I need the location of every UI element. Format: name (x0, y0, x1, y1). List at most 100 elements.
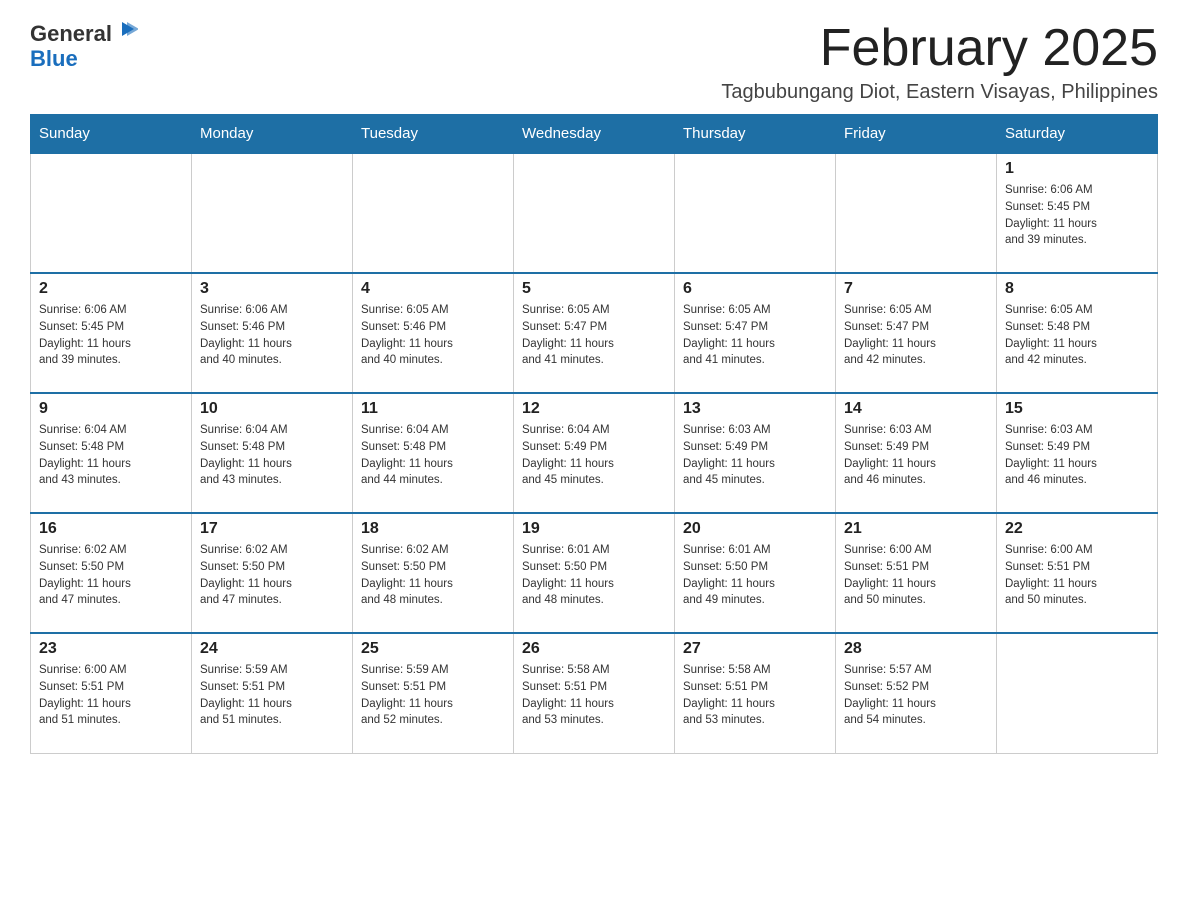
calendar-cell: 24 Sunrise: 5:59 AM Sunset: 5:51 PM Dayli… (192, 633, 353, 753)
calendar-cell: 15 Sunrise: 6:03 AM Sunset: 5:49 PM Dayli… (997, 393, 1158, 513)
calendar-cell (836, 153, 997, 273)
calendar-cell: 21 Sunrise: 6:00 AM Sunset: 5:51 PM Dayli… (836, 513, 997, 633)
day-info: Sunrise: 5:59 AM Sunset: 5:51 PM Dayligh… (200, 662, 344, 729)
day-number: 21 (844, 520, 988, 538)
day-number: 26 (522, 640, 666, 658)
day-number: 18 (361, 520, 505, 538)
calendar-cell: 27 Sunrise: 5:58 AM Sunset: 5:51 PM Dayli… (675, 633, 836, 753)
calendar-header: SundayMondayTuesdayWednesdayThursdayFrid… (31, 115, 1158, 154)
day-number: 17 (200, 520, 344, 538)
day-number: 3 (200, 280, 344, 298)
day-number: 11 (361, 400, 505, 418)
day-info: Sunrise: 6:01 AM Sunset: 5:50 PM Dayligh… (522, 542, 666, 609)
logo-general-text: General (30, 22, 112, 46)
day-info: Sunrise: 6:00 AM Sunset: 5:51 PM Dayligh… (844, 542, 988, 609)
calendar-cell: 20 Sunrise: 6:01 AM Sunset: 5:50 PM Dayli… (675, 513, 836, 633)
day-number: 2 (39, 280, 183, 298)
day-number: 25 (361, 640, 505, 658)
day-info: Sunrise: 6:05 AM Sunset: 5:47 PM Dayligh… (683, 302, 827, 369)
calendar-table: SundayMondayTuesdayWednesdayThursdayFrid… (30, 114, 1158, 754)
day-info: Sunrise: 6:03 AM Sunset: 5:49 PM Dayligh… (1005, 422, 1149, 489)
day-number: 22 (1005, 520, 1149, 538)
location-subtitle: Tagbubungang Diot, Eastern Visayas, Phil… (721, 81, 1158, 104)
day-number: 5 (522, 280, 666, 298)
day-of-week-header: Friday (836, 115, 997, 154)
day-number: 14 (844, 400, 988, 418)
calendar-cell: 4 Sunrise: 6:05 AM Sunset: 5:46 PM Daylig… (353, 273, 514, 393)
calendar-cell: 12 Sunrise: 6:04 AM Sunset: 5:49 PM Dayli… (514, 393, 675, 513)
calendar-cell: 1 Sunrise: 6:06 AM Sunset: 5:45 PM Daylig… (997, 153, 1158, 273)
day-info: Sunrise: 6:03 AM Sunset: 5:49 PM Dayligh… (683, 422, 827, 489)
calendar-cell: 8Sunrise: 6:05 AM Sunset: 5:48 PM Daylig… (997, 273, 1158, 393)
logo-triangle-icon (116, 18, 138, 40)
day-number: 28 (844, 640, 988, 658)
day-number: 6 (683, 280, 827, 298)
calendar-cell: 16 Sunrise: 6:02 AM Sunset: 5:50 PM Dayli… (31, 513, 192, 633)
page-header: General Blue February 2025 Tagbubungang … (30, 20, 1158, 104)
day-info: Sunrise: 6:04 AM Sunset: 5:48 PM Dayligh… (200, 422, 344, 489)
day-number: 27 (683, 640, 827, 658)
day-info: Sunrise: 6:00 AM Sunset: 5:51 PM Dayligh… (1005, 542, 1149, 609)
day-of-week-header: Sunday (31, 115, 192, 154)
calendar-cell: 10 Sunrise: 6:04 AM Sunset: 5:48 PM Dayli… (192, 393, 353, 513)
day-number: 16 (39, 520, 183, 538)
day-info: Sunrise: 6:06 AM Sunset: 5:45 PM Dayligh… (39, 302, 183, 369)
day-info: Sunrise: 6:05 AM Sunset: 5:46 PM Dayligh… (361, 302, 505, 369)
day-number: 23 (39, 640, 183, 658)
calendar-cell (192, 153, 353, 273)
calendar-cell: 3 Sunrise: 6:06 AM Sunset: 5:46 PM Daylig… (192, 273, 353, 393)
calendar-cell (997, 633, 1158, 753)
day-info: Sunrise: 6:00 AM Sunset: 5:51 PM Dayligh… (39, 662, 183, 729)
day-info: Sunrise: 6:05 AM Sunset: 5:47 PM Dayligh… (522, 302, 666, 369)
day-number: 12 (522, 400, 666, 418)
day-info: Sunrise: 6:04 AM Sunset: 5:48 PM Dayligh… (361, 422, 505, 489)
day-info: Sunrise: 6:05 AM Sunset: 5:47 PM Dayligh… (844, 302, 988, 369)
day-info: Sunrise: 6:06 AM Sunset: 5:46 PM Dayligh… (200, 302, 344, 369)
calendar-cell: 23 Sunrise: 6:00 AM Sunset: 5:51 PM Dayli… (31, 633, 192, 753)
calendar-cell (514, 153, 675, 273)
day-number: 13 (683, 400, 827, 418)
day-info: Sunrise: 5:58 AM Sunset: 5:51 PM Dayligh… (522, 662, 666, 729)
day-info: Sunrise: 6:04 AM Sunset: 5:49 PM Dayligh… (522, 422, 666, 489)
logo-blue-text: Blue (30, 46, 78, 71)
day-number: 24 (200, 640, 344, 658)
day-info: Sunrise: 5:58 AM Sunset: 5:51 PM Dayligh… (683, 662, 827, 729)
day-of-week-header: Saturday (997, 115, 1158, 154)
day-number: 15 (1005, 400, 1149, 418)
day-number: 9 (39, 400, 183, 418)
calendar-cell: 26 Sunrise: 5:58 AM Sunset: 5:51 PM Dayli… (514, 633, 675, 753)
day-info: Sunrise: 5:59 AM Sunset: 5:51 PM Dayligh… (361, 662, 505, 729)
day-of-week-header: Monday (192, 115, 353, 154)
day-of-week-header: Thursday (675, 115, 836, 154)
calendar-cell: 17Sunrise: 6:02 AM Sunset: 5:50 PM Dayli… (192, 513, 353, 633)
calendar-cell: 5 Sunrise: 6:05 AM Sunset: 5:47 PM Daylig… (514, 273, 675, 393)
day-number: 7 (844, 280, 988, 298)
month-title: February 2025 (721, 20, 1158, 77)
day-info: Sunrise: 6:05 AM Sunset: 5:48 PM Dayligh… (1005, 302, 1149, 369)
day-number: 19 (522, 520, 666, 538)
calendar-cell: 9 Sunrise: 6:04 AM Sunset: 5:48 PM Daylig… (31, 393, 192, 513)
day-info: Sunrise: 6:02 AM Sunset: 5:50 PM Dayligh… (39, 542, 183, 609)
calendar-cell: 13 Sunrise: 6:03 AM Sunset: 5:49 PM Dayli… (675, 393, 836, 513)
day-number: 20 (683, 520, 827, 538)
calendar-cell: 18 Sunrise: 6:02 AM Sunset: 5:50 PM Dayli… (353, 513, 514, 633)
day-info: Sunrise: 6:02 AM Sunset: 5:50 PM Dayligh… (361, 542, 505, 609)
calendar-cell (353, 153, 514, 273)
day-number: 4 (361, 280, 505, 298)
logo: General Blue (30, 20, 138, 71)
day-info: Sunrise: 6:06 AM Sunset: 5:45 PM Dayligh… (1005, 182, 1149, 249)
day-number: 1 (1005, 160, 1149, 178)
calendar-cell: 25 Sunrise: 5:59 AM Sunset: 5:51 PM Dayli… (353, 633, 514, 753)
calendar-cell: 6 Sunrise: 6:05 AM Sunset: 5:47 PM Daylig… (675, 273, 836, 393)
calendar-cell: 7 Sunrise: 6:05 AM Sunset: 5:47 PM Daylig… (836, 273, 997, 393)
calendar-cell: 22 Sunrise: 6:00 AM Sunset: 5:51 PM Dayli… (997, 513, 1158, 633)
day-info: Sunrise: 6:04 AM Sunset: 5:48 PM Dayligh… (39, 422, 183, 489)
calendar-cell (31, 153, 192, 273)
calendar-cell: 11 Sunrise: 6:04 AM Sunset: 5:48 PM Dayli… (353, 393, 514, 513)
day-number: 10 (200, 400, 344, 418)
title-area: February 2025 Tagbubungang Diot, Eastern… (721, 20, 1158, 104)
calendar-cell (675, 153, 836, 273)
day-info: Sunrise: 6:01 AM Sunset: 5:50 PM Dayligh… (683, 542, 827, 609)
day-info: Sunrise: 6:03 AM Sunset: 5:49 PM Dayligh… (844, 422, 988, 489)
calendar-cell: 28Sunrise: 5:57 AM Sunset: 5:52 PM Dayli… (836, 633, 997, 753)
